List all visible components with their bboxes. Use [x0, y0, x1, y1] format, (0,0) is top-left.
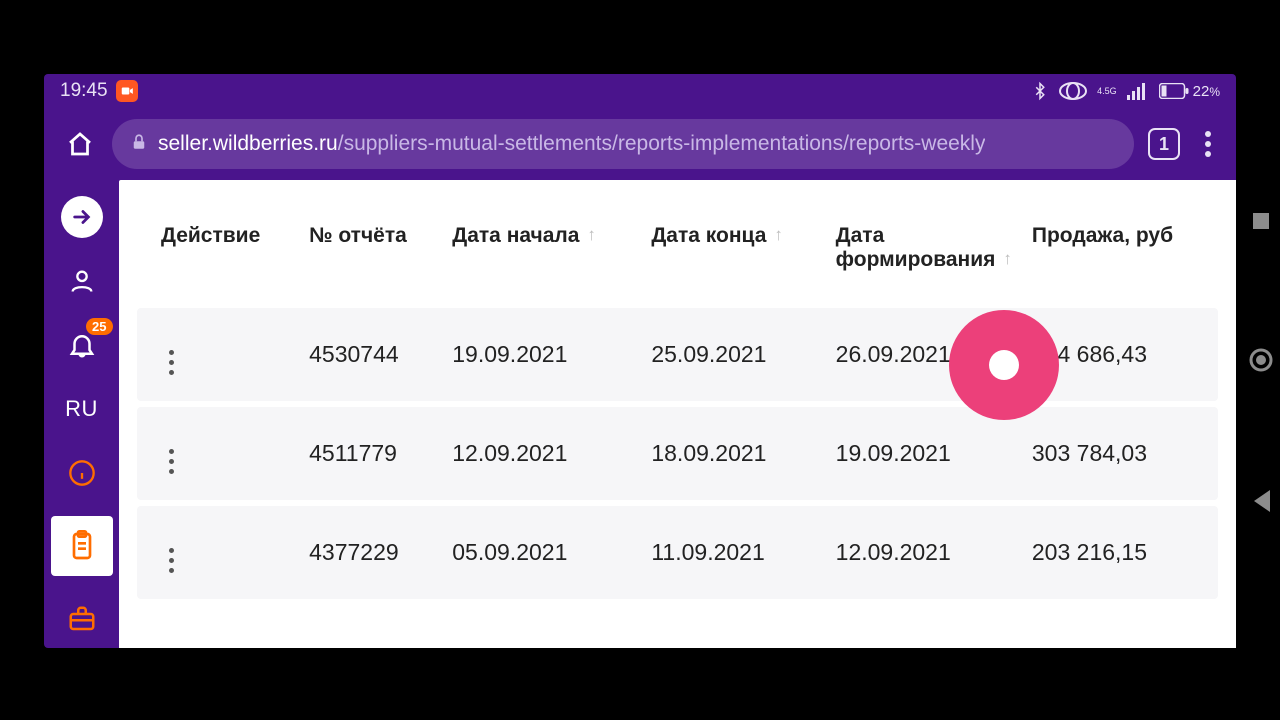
sidebar-item-reports[interactable] [51, 516, 113, 576]
reports-table: Действие № отчёта Дата начала↑ Дата конц… [137, 204, 1218, 605]
sort-arrow-icon: ↑ [774, 225, 783, 244]
nav-back-icon[interactable] [1250, 488, 1272, 519]
lock-icon [130, 132, 148, 157]
bluetooth-icon [1031, 80, 1049, 102]
android-status-bar: 19:45 4.5G 22% [44, 74, 1236, 108]
device-frame: 19:45 4.5G 22% [44, 74, 1236, 648]
table-row: 451177912.09.202118.09.202119.09.2021303… [137, 407, 1218, 500]
table-row: 437722905.09.202111.09.202112.09.2021203… [137, 506, 1218, 599]
sidebar-expand-button[interactable] [61, 196, 103, 238]
screen-record-icon [116, 80, 138, 102]
briefcase-icon[interactable] [61, 598, 103, 640]
system-nav-overlay [1248, 210, 1274, 519]
notification-badge: 25 [86, 318, 112, 335]
browser-toolbar: seller.wildberries.ru/suppliers-mutual-s… [44, 108, 1236, 180]
url-text: seller.wildberries.ru/suppliers-mutual-s… [158, 132, 985, 156]
tabs-button[interactable]: 1 [1148, 128, 1180, 160]
language-switcher[interactable]: RU [61, 388, 103, 430]
profile-icon[interactable] [61, 260, 103, 302]
signal-icon [1127, 82, 1149, 100]
cell-date-end: 11.09.2021 [641, 506, 825, 599]
cell-sale: 203 216,15 [1022, 506, 1218, 599]
nav-home-icon[interactable] [1248, 347, 1274, 378]
col-sale[interactable]: Продажа, руб [1022, 210, 1218, 302]
row-actions-button[interactable] [169, 350, 174, 375]
notifications-icon[interactable]: 25 [61, 324, 103, 366]
col-action[interactable]: Действие [137, 210, 299, 302]
cell-date-start: 12.09.2021 [442, 407, 641, 500]
clock: 19:45 [60, 80, 108, 102]
cell-date-formed: 12.09.2021 [826, 506, 1022, 599]
cell-date-end: 18.09.2021 [641, 407, 825, 500]
sort-arrow-icon: ↑ [587, 225, 596, 244]
data-icon [1059, 82, 1087, 100]
cell-report-no: 4511779 [299, 407, 442, 500]
network-label: 4.5G [1097, 87, 1117, 96]
cell-date-start: 05.09.2021 [442, 506, 641, 599]
battery-icon: 22% [1159, 83, 1220, 100]
nav-recent-icon[interactable] [1250, 210, 1272, 237]
app-sidebar: 25 RU [44, 180, 119, 648]
cell-report-no: 4530744 [299, 308, 442, 401]
row-actions-button[interactable] [169, 449, 174, 474]
col-date-formed[interactable]: Дата формирования↑ [826, 210, 1022, 302]
cell-date-start: 19.09.2021 [442, 308, 641, 401]
col-date-start[interactable]: Дата начала↑ [442, 210, 641, 302]
row-actions-button[interactable] [169, 548, 174, 573]
cell-date-end: 25.09.2021 [641, 308, 825, 401]
cell-sale: 303 784,03 [1022, 407, 1218, 500]
url-bar[interactable]: seller.wildberries.ru/suppliers-mutual-s… [112, 119, 1134, 169]
cell-date-formed: 19.09.2021 [826, 407, 1022, 500]
page-content: Действие № отчёта Дата начала↑ Дата конц… [119, 180, 1236, 648]
touch-cursor-overlay [949, 310, 1059, 420]
col-report-no[interactable]: № отчёта [299, 210, 442, 302]
cell-report-no: 4377229 [299, 506, 442, 599]
sort-arrow-icon: ↑ [1003, 249, 1012, 268]
browser-menu-button[interactable] [1194, 126, 1222, 162]
home-button[interactable] [62, 126, 98, 162]
info-icon[interactable] [61, 452, 103, 494]
col-date-end[interactable]: Дата конца↑ [641, 210, 825, 302]
